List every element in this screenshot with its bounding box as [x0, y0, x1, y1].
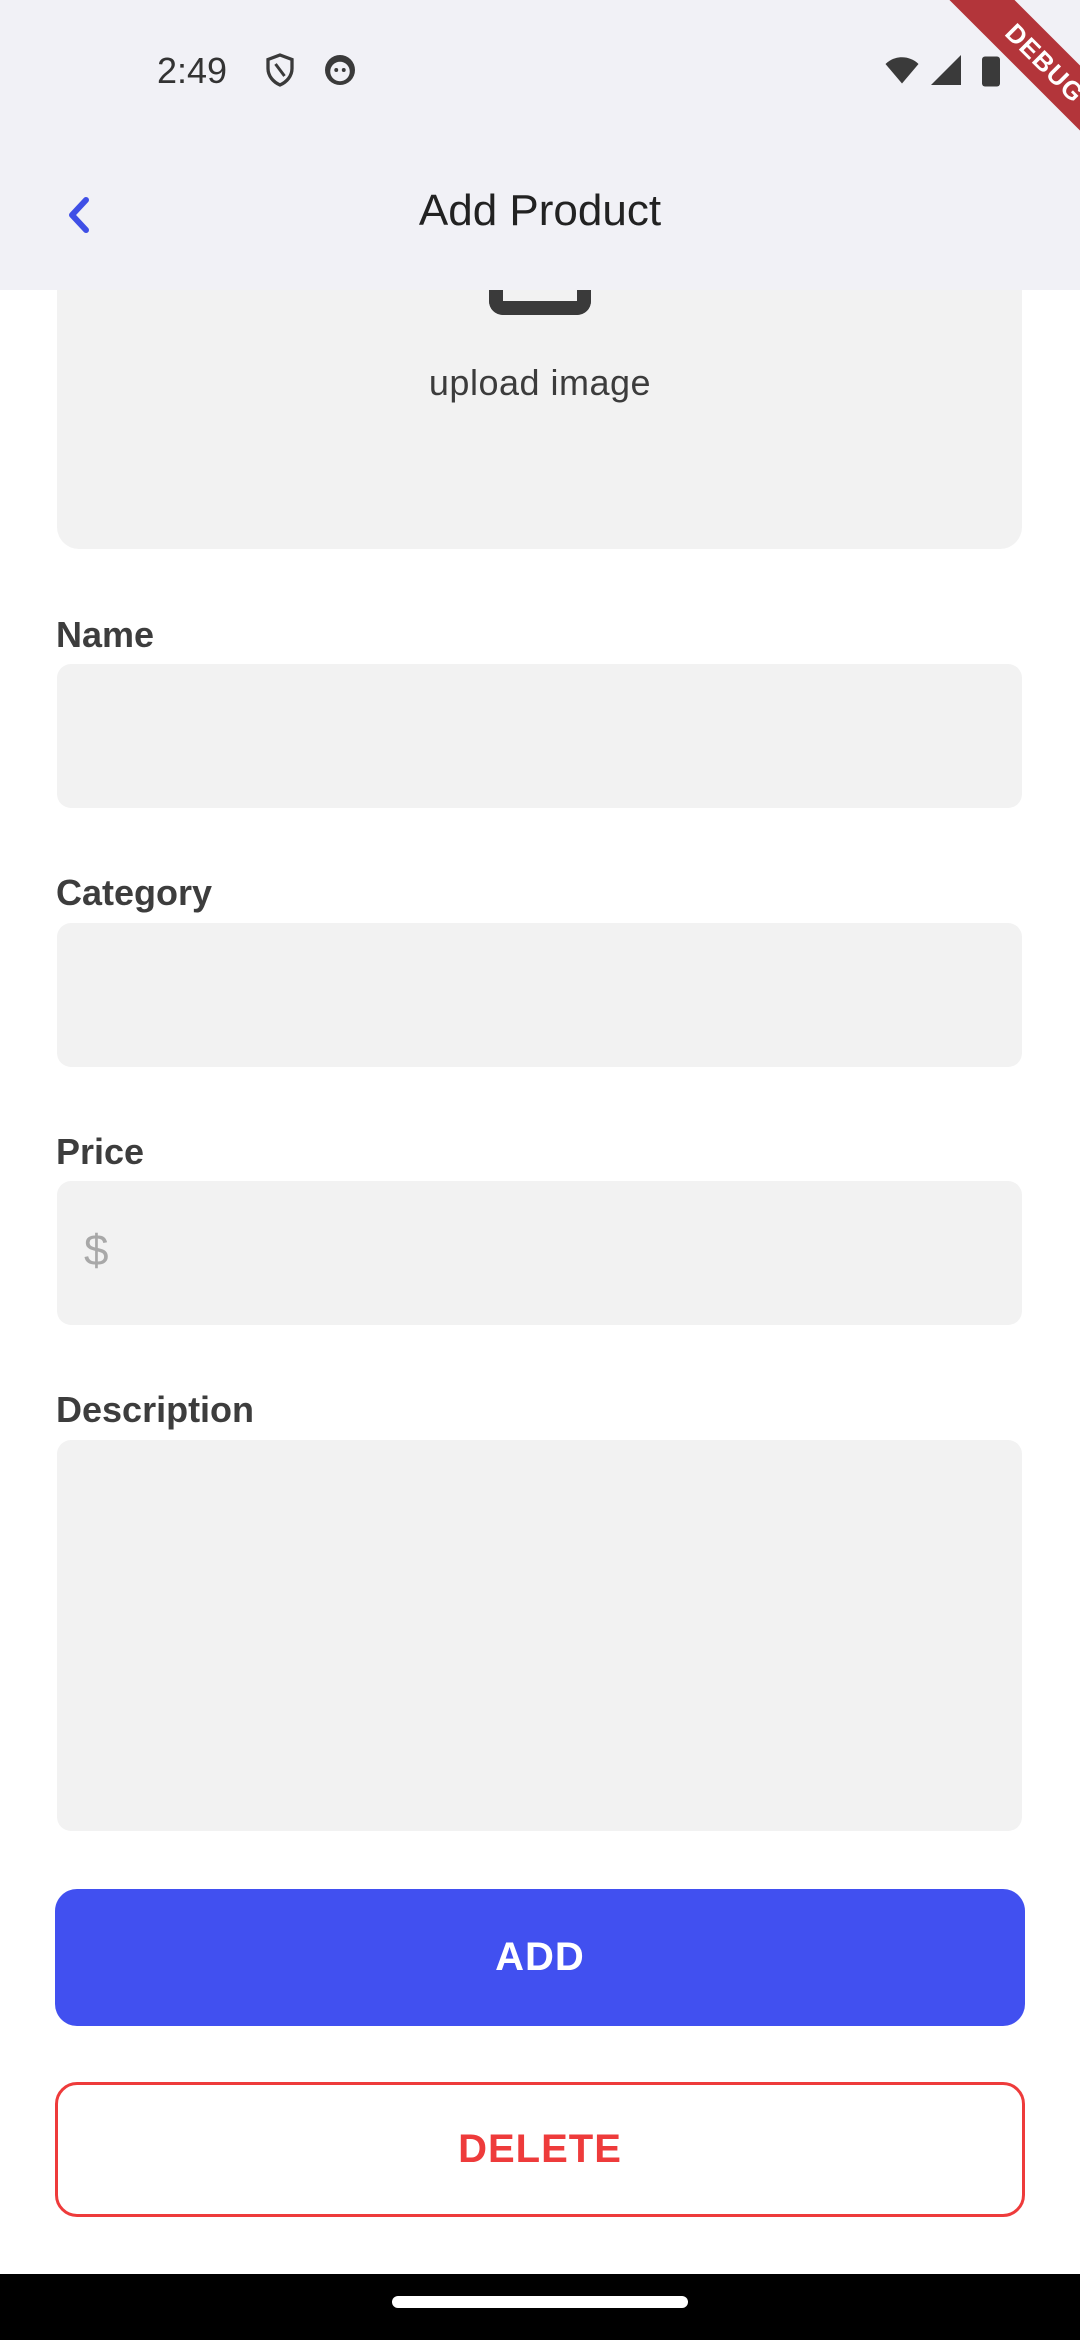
price-currency-prefix: $	[84, 1226, 109, 1275]
wifi-icon	[885, 57, 919, 84]
name-label: Name	[56, 614, 155, 655]
price-field[interactable]	[57, 1181, 1022, 1325]
add-product-screen: upload image Name Category Price $ Descr…	[0, 0, 1080, 2340]
delete-button[interactable]: DELETE	[55, 2082, 1025, 2217]
status-time: 2:49	[157, 50, 228, 91]
form-content: upload image Name Category Price $ Descr…	[0, 0, 1080, 2274]
upload-image-label: upload image	[428, 362, 652, 403]
add-button[interactable]: ADD	[55, 1889, 1025, 2026]
category-field[interactable]	[57, 923, 1022, 1067]
home-handle[interactable]	[392, 2296, 688, 2308]
name-field[interactable]	[57, 664, 1022, 808]
signal-icon	[931, 55, 961, 85]
battery-icon	[982, 56, 1000, 87]
face-icon	[325, 55, 355, 85]
category-label: Category	[56, 872, 213, 913]
shield-icon	[266, 53, 294, 87]
app-bar: 2:49 Add Product	[0, 0, 1080, 290]
price-label: Price	[56, 1131, 145, 1172]
description-field[interactable]	[57, 1440, 1022, 1831]
page-title: Add Product	[418, 186, 662, 235]
description-label: Description	[56, 1389, 255, 1430]
